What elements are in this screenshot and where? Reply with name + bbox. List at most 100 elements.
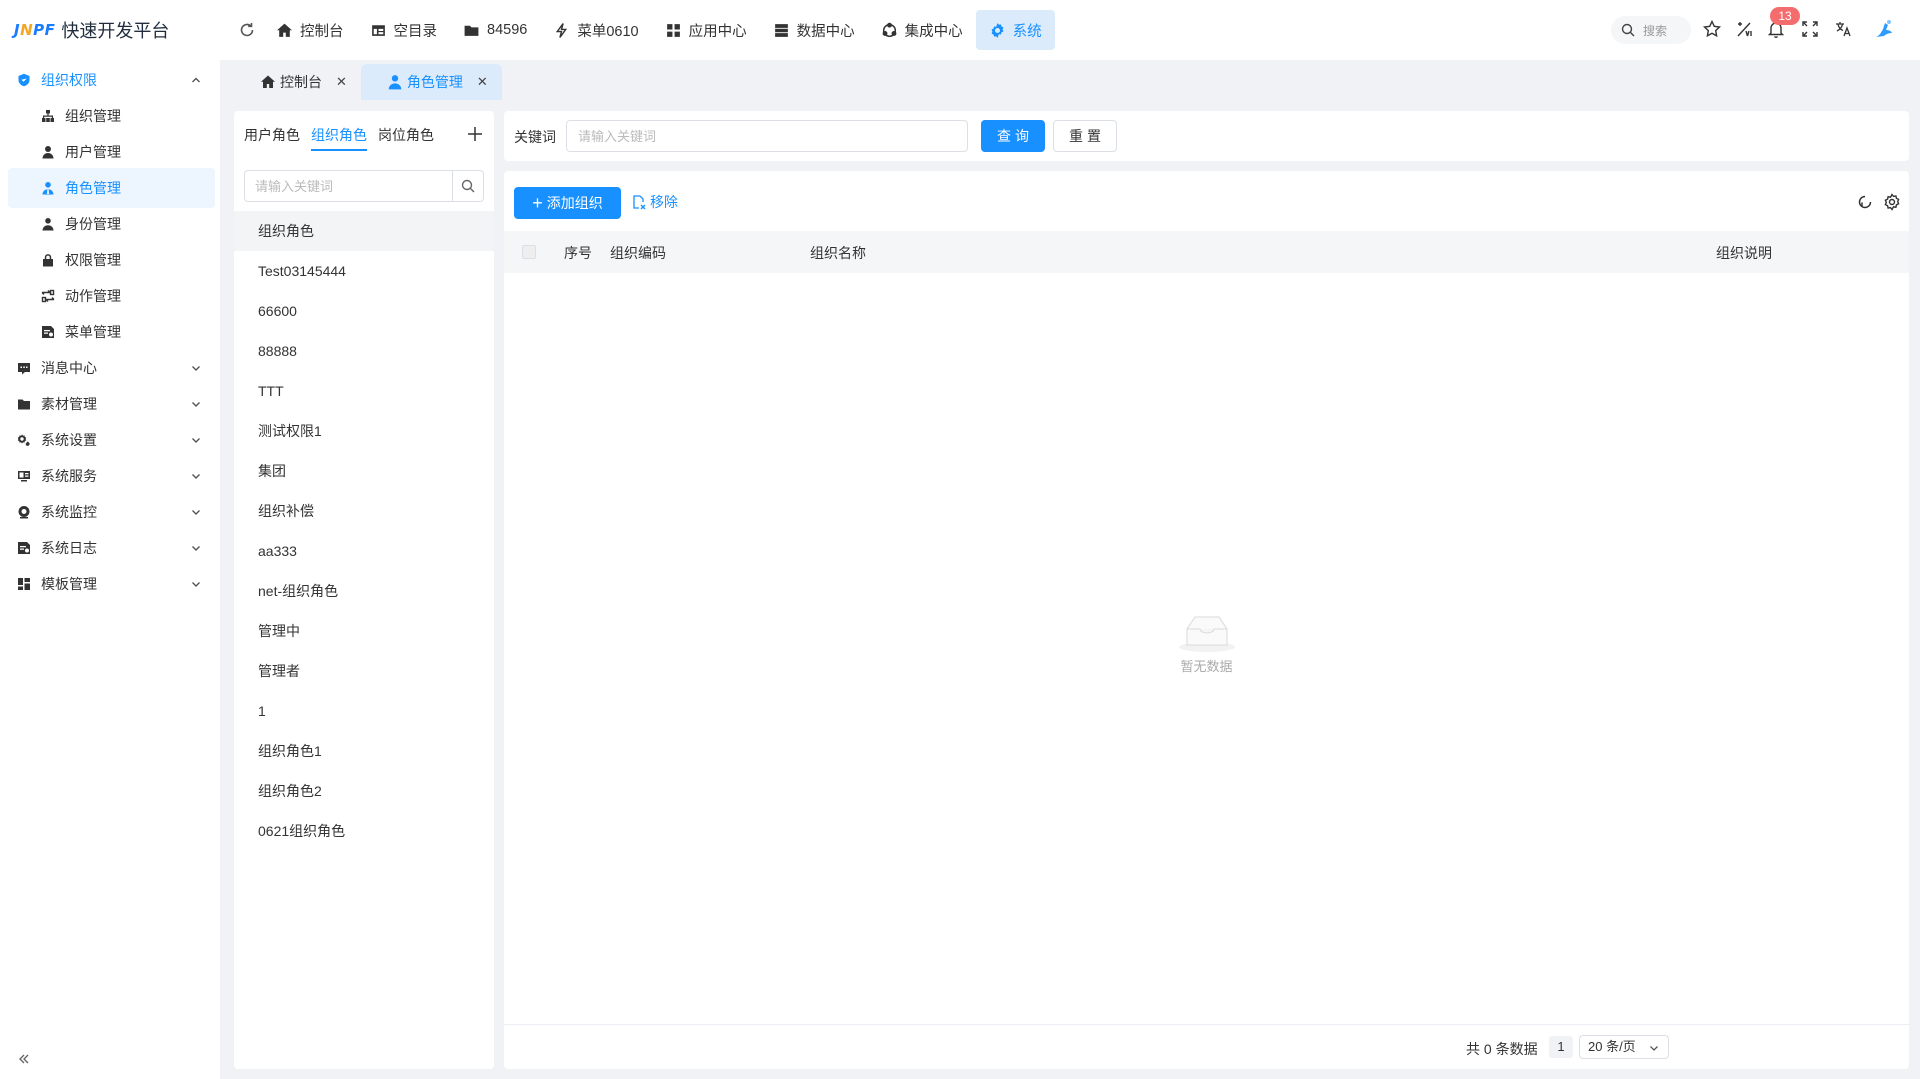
lightning-icon bbox=[556, 22, 568, 38]
sidebar-group-material[interactable]: 素材管理 bbox=[8, 384, 215, 424]
settings-icon bbox=[17, 434, 30, 446]
nav-label: 84596 bbox=[487, 22, 528, 38]
sidebar-label: 素材管理 bbox=[41, 396, 97, 412]
role-list-item[interactable]: 组织补偿 bbox=[234, 491, 494, 531]
nav-item-data-center[interactable]: 数据中心 bbox=[760, 10, 868, 50]
chevron-down-icon bbox=[192, 438, 200, 443]
sidebar-group-service[interactable]: 系统服务 bbox=[8, 456, 215, 496]
role-list-item[interactable]: 管理中 bbox=[234, 611, 494, 651]
nav-item-menu0610[interactable]: 菜单0610 bbox=[540, 10, 651, 50]
role-list-item[interactable]: 组织角色 bbox=[234, 211, 494, 251]
header-search[interactable]: 搜索 bbox=[1611, 16, 1691, 44]
column-settings-icon[interactable] bbox=[1883, 193, 1901, 211]
sidebar-group-settings[interactable]: 系统设置 bbox=[8, 420, 215, 460]
page-tabs: 控制台 ✕ 角色管理 ✕ bbox=[234, 64, 1909, 100]
nav-label: 菜单0610 bbox=[577, 23, 639, 40]
remove-icon bbox=[633, 195, 646, 210]
sidebar-item-menu[interactable]: 菜单管理 bbox=[8, 312, 215, 352]
translate-icon[interactable] bbox=[1834, 19, 1854, 39]
search-button[interactable]: 查询 bbox=[981, 120, 1045, 152]
role-list-item[interactable]: 测试权限1 bbox=[234, 411, 494, 451]
org-table-panel: + 添加组织 移除 序号 组织编码 组织名称 组织说明 暂无数据 共 0 条数据… bbox=[504, 171, 1909, 1069]
role-list-item[interactable]: aa333 bbox=[234, 531, 494, 571]
user-icon bbox=[42, 146, 54, 159]
role-list-item[interactable]: 组织角色1 bbox=[234, 731, 494, 771]
sidebar-item-org[interactable]: 组织管理 bbox=[8, 96, 215, 136]
sidebar-group-log[interactable]: 系统日志 bbox=[8, 528, 215, 568]
tab-role-management[interactable]: 角色管理 ✕ bbox=[360, 64, 502, 100]
top-nav: 控制台 空目录 84596 菜单0610 应用中心 数据中心 集成中心 系统 bbox=[263, 10, 1055, 50]
role-list-item[interactable]: 0621组织角色 bbox=[234, 811, 494, 851]
chevron-down-icon bbox=[192, 366, 200, 371]
add-role-icon[interactable] bbox=[466, 125, 484, 143]
refresh-icon[interactable] bbox=[237, 20, 257, 40]
sidebar-item-role[interactable]: 角色管理 bbox=[8, 168, 215, 208]
close-icon[interactable]: ✕ bbox=[477, 74, 488, 90]
sidebar-item-permission[interactable]: 权限管理 bbox=[8, 240, 215, 280]
logo-title: 快速开发平台 bbox=[61, 21, 170, 41]
sidebar-label: 动作管理 bbox=[65, 288, 121, 304]
page-number-button[interactable]: 1 bbox=[1549, 1036, 1573, 1058]
page-size-select[interactable]: 20 条/页 bbox=[1579, 1035, 1669, 1059]
close-icon[interactable]: ✕ bbox=[336, 74, 347, 90]
tab-org-role[interactable]: 组织角色 bbox=[311, 111, 367, 159]
role-list-item[interactable]: 集团 bbox=[234, 451, 494, 491]
folder-icon bbox=[464, 25, 479, 36]
ai-icon[interactable] bbox=[1735, 19, 1755, 39]
sidebar-group-template[interactable]: 模板管理 bbox=[8, 564, 215, 604]
tab-user-role[interactable]: 用户角色 bbox=[244, 111, 300, 159]
menu-icon bbox=[42, 326, 54, 338]
nav-item-84596[interactable]: 84596 bbox=[450, 10, 540, 50]
role-list-item[interactable]: 66600 bbox=[234, 291, 494, 331]
search-button[interactable] bbox=[452, 171, 483, 201]
tab-console[interactable]: 控制台 ✕ bbox=[234, 64, 361, 100]
role-search-input[interactable] bbox=[245, 171, 452, 201]
table-header: 序号 组织编码 组织名称 组织说明 bbox=[504, 231, 1909, 273]
shield-icon bbox=[18, 73, 30, 87]
tab-position-role[interactable]: 岗位角色 bbox=[378, 111, 434, 159]
nav-label: 系统 bbox=[1012, 23, 1042, 40]
top-header: JNPF 快速开发平台 控制台 空目录 84596 菜单0610 应用中心 数据… bbox=[0, 0, 1920, 60]
remove-button[interactable]: 移除 bbox=[631, 192, 678, 212]
sidebar: 组织权限 组织管理 用户管理 角色管理 身份管理 权限管理 动作管理 菜单管理 … bbox=[0, 60, 220, 1079]
sidebar-label: 组织管理 bbox=[65, 108, 121, 124]
add-org-button[interactable]: + 添加组织 bbox=[514, 187, 621, 219]
sidebar-item-user[interactable]: 用户管理 bbox=[8, 132, 215, 172]
page-size-value: 20 条/页 bbox=[1588, 1039, 1636, 1054]
role-list-item[interactable]: TTT bbox=[234, 371, 494, 411]
column-index: 序号 bbox=[564, 245, 592, 261]
sidebar-label: 消息中心 bbox=[41, 360, 97, 376]
nav-item-integration-center[interactable]: 集成中心 bbox=[868, 10, 976, 50]
select-all-checkbox[interactable] bbox=[522, 245, 536, 259]
nav-item-app-center[interactable]: 应用中心 bbox=[652, 10, 760, 50]
sidebar-group-org-permission[interactable]: 组织权限 bbox=[8, 60, 215, 100]
nav-item-console[interactable]: 控制台 bbox=[263, 10, 357, 50]
nav-label: 空目录 bbox=[393, 23, 438, 40]
sidebar-item-action[interactable]: 动作管理 bbox=[8, 276, 215, 316]
role-list-item[interactable]: Test03145444 bbox=[234, 251, 494, 291]
dashboard-icon bbox=[371, 24, 385, 36]
collapse-sidebar-icon[interactable] bbox=[16, 1051, 32, 1067]
refresh-icon[interactable] bbox=[1856, 193, 1874, 211]
sidebar-group-monitor[interactable]: 系统监控 bbox=[8, 492, 215, 532]
role-list-item[interactable]: 1 bbox=[234, 691, 494, 731]
logo-mark: JNPF bbox=[14, 21, 56, 39]
reset-button[interactable]: 重置 bbox=[1053, 120, 1117, 152]
nav-item-empty-dir[interactable]: 空目录 bbox=[357, 10, 451, 50]
sidebar-group-message[interactable]: 消息中心 bbox=[8, 348, 215, 388]
role-list-item[interactable]: 管理者 bbox=[234, 651, 494, 691]
lock-icon bbox=[43, 254, 53, 267]
avatar[interactable] bbox=[1872, 17, 1896, 41]
role-icon bbox=[42, 182, 54, 195]
role-list-item[interactable]: net-组织角色 bbox=[234, 571, 494, 611]
grid-icon bbox=[666, 23, 680, 37]
fullscreen-icon[interactable] bbox=[1800, 19, 1820, 39]
empty-text: 暂无数据 bbox=[1180, 659, 1233, 674]
keyword-input[interactable] bbox=[566, 120, 968, 152]
nav-item-system[interactable]: 系统 bbox=[975, 10, 1055, 50]
star-icon[interactable] bbox=[1702, 19, 1722, 39]
plus-icon: + bbox=[532, 193, 543, 213]
sidebar-item-identity[interactable]: 身份管理 bbox=[8, 204, 215, 244]
role-list-item[interactable]: 组织角色2 bbox=[234, 771, 494, 811]
role-list-item[interactable]: 88888 bbox=[234, 331, 494, 371]
